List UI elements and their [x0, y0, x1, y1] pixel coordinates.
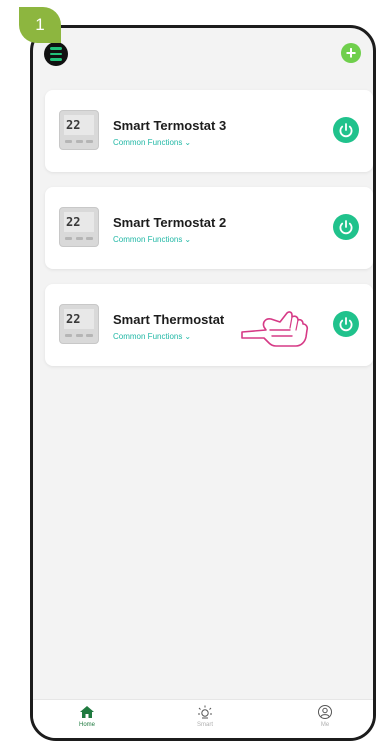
thermostat-icon: 22	[59, 110, 99, 150]
tab-home-label: Home	[78, 722, 95, 728]
bottom-tab-bar: Home Smart Me	[33, 699, 373, 738]
tab-smart[interactable]: Smart	[175, 704, 235, 728]
add-device-button[interactable]: +	[341, 43, 361, 63]
menu-icon[interactable]	[44, 42, 68, 66]
step-number-badge: 1	[19, 7, 61, 43]
common-functions-label: Common Functions	[113, 235, 183, 244]
tab-me-label: Me	[320, 722, 330, 728]
power-icon	[339, 220, 353, 235]
thermostat-display: 22	[64, 212, 94, 232]
chevron-down-icon: ⌄	[184, 138, 192, 147]
device-card[interactable]: 22 Smart Thermostat Common Functions ⌄	[45, 284, 373, 366]
screen: 1 + 22 Smart Termostat 3 Common Function…	[0, 0, 385, 748]
power-button[interactable]	[333, 214, 359, 240]
phone-frame: + 22 Smart Termostat 3 Common Functions ⌄	[30, 25, 376, 741]
power-icon	[339, 317, 353, 332]
power-icon	[339, 123, 353, 138]
thermostat-display: 22	[64, 309, 94, 329]
device-card[interactable]: 22 Smart Termostat 3 Common Functions ⌄	[45, 90, 373, 172]
pointing-hand-icon	[241, 311, 309, 347]
device-list: 22 Smart Termostat 3 Common Functions ⌄ 2…	[45, 90, 373, 381]
device-name: Smart Termostat 3	[113, 118, 227, 133]
thermostat-display: 22	[64, 115, 94, 135]
device-card[interactable]: 22 Smart Termostat 2 Common Functions ⌄	[45, 187, 373, 269]
tab-me[interactable]: Me	[295, 704, 355, 728]
common-functions-link[interactable]: Common Functions ⌄	[113, 235, 191, 244]
tab-home[interactable]: Home	[57, 704, 117, 728]
device-name: Smart Thermostat	[113, 312, 225, 327]
thermostat-icon: 22	[59, 304, 99, 344]
common-functions-link[interactable]: Common Functions ⌄	[113, 332, 191, 341]
device-name: Smart Termostat 2	[113, 215, 227, 230]
thermostat-icon: 22	[59, 207, 99, 247]
top-bar: +	[33, 28, 373, 88]
profile-icon	[318, 705, 332, 719]
power-button[interactable]	[333, 311, 359, 337]
tab-smart-label: Smart	[196, 722, 213, 728]
common-functions-label: Common Functions	[113, 332, 183, 341]
chevron-down-icon: ⌄	[184, 332, 192, 341]
common-functions-label: Common Functions	[113, 138, 183, 147]
home-icon	[80, 706, 94, 718]
common-functions-link[interactable]: Common Functions ⌄	[113, 138, 191, 147]
sun-icon	[198, 705, 212, 719]
chevron-down-icon: ⌄	[184, 235, 192, 244]
power-button[interactable]	[333, 117, 359, 143]
